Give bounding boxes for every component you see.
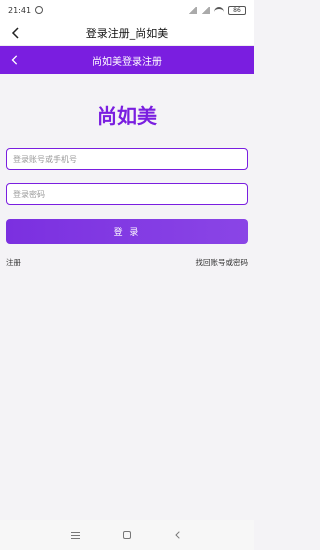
- alarm-icon: [35, 6, 44, 14]
- app-header: 登录注册_尚如美: [0, 20, 254, 46]
- web-title: 尚如美登录注册: [92, 56, 162, 68]
- status-time: 21:41: [8, 5, 32, 15]
- web-back-button[interactable]: [5, 50, 25, 70]
- nav-menu-button[interactable]: [66, 525, 86, 545]
- status-left: 21:41: [8, 5, 44, 15]
- nav-back-button[interactable]: [168, 525, 188, 545]
- system-nav-bar: [0, 520, 254, 550]
- menu-icon: [71, 531, 81, 539]
- cell-signal-icon: [201, 6, 210, 14]
- nav-home-button[interactable]: [117, 525, 137, 545]
- status-bar: 21:41 86: [0, 0, 254, 20]
- recover-account-link[interactable]: 找回账号或密码: [196, 257, 249, 268]
- wifi-icon: [214, 6, 224, 14]
- sim-signal-icon: [188, 6, 197, 14]
- home-icon: [122, 531, 131, 539]
- password-input[interactable]: [6, 183, 248, 205]
- back-button[interactable]: [6, 23, 26, 43]
- brand-logo-text: 尚如美: [97, 104, 157, 128]
- web-header: 尚如美登录注册: [0, 46, 254, 74]
- login-button[interactable]: 登 录: [6, 219, 248, 244]
- app-title: 登录注册_尚如美: [85, 26, 169, 40]
- status-right: 86: [188, 5, 246, 15]
- battery-icon: 86: [228, 5, 246, 15]
- chevron-left-icon: [11, 27, 19, 39]
- register-link[interactable]: 注册: [6, 257, 21, 268]
- account-input[interactable]: [6, 148, 248, 170]
- chevron-left-icon: [11, 55, 18, 65]
- back-icon: [175, 531, 180, 539]
